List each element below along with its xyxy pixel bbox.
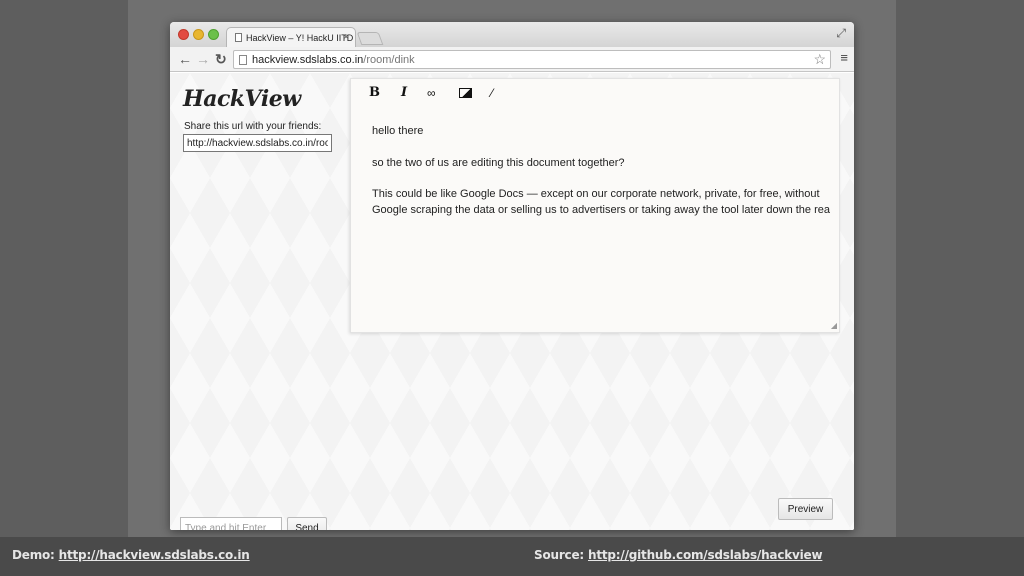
- forward-icon[interactable]: →: [196, 50, 210, 68]
- new-tab-button[interactable]: [356, 32, 384, 45]
- editor-line: so the two of us are editing this docume…: [372, 157, 625, 169]
- tab-title: HackView – Y! HackU IITD: [246, 33, 354, 43]
- demo-link[interactable]: http://hackview.sdslabs.co.in: [59, 548, 250, 562]
- italic-button[interactable]: I: [401, 86, 407, 100]
- link-icon[interactable]: ∞: [427, 86, 436, 100]
- bookmark-star-icon[interactable]: ☆: [813, 51, 826, 68]
- minimize-window-button[interactable]: [193, 29, 204, 40]
- resize-handle-icon[interactable]: ◢: [831, 321, 837, 330]
- fullscreen-icon[interactable]: ⤢: [836, 26, 846, 41]
- preview-button[interactable]: Preview: [778, 498, 833, 520]
- reload-icon[interactable]: ↻: [215, 50, 227, 68]
- source-caption: Source: http://github.com/sdslabs/hackvi…: [534, 548, 823, 562]
- share-label: Share this url with your friends:: [184, 121, 322, 132]
- zoom-window-button[interactable]: [208, 29, 219, 40]
- page-icon: [235, 33, 242, 42]
- chat-input[interactable]: [180, 517, 282, 530]
- demo-label: Demo:: [12, 548, 55, 562]
- editor-line: hello there: [372, 125, 424, 137]
- url-path: /room/dink: [363, 54, 415, 66]
- title-bar: HackView – Y! HackU IITD × ⤢: [170, 22, 854, 48]
- source-label: Source:: [534, 548, 584, 562]
- back-icon[interactable]: ←: [178, 50, 192, 68]
- image-icon[interactable]: [459, 88, 472, 98]
- send-button[interactable]: Send: [287, 517, 327, 530]
- app-logo: HackView: [183, 86, 301, 112]
- source-link[interactable]: http://github.com/sdslabs/hackview: [588, 548, 823, 562]
- browser-window: HackView – Y! HackU IITD × ⤢ ← → ↻ hackv…: [170, 22, 854, 530]
- document-editor[interactable]: B I ∞ ⁄ hello there so the two of us are…: [350, 78, 840, 333]
- clear-format-icon[interactable]: ⁄: [491, 86, 493, 100]
- tab-close-icon[interactable]: ×: [343, 32, 349, 43]
- close-window-button[interactable]: [178, 29, 189, 40]
- demo-caption: Demo: http://hackview.sdslabs.co.in: [12, 548, 250, 562]
- editor-line: This could be like Google Docs — except …: [372, 188, 830, 216]
- browser-tab[interactable]: HackView – Y! HackU IITD ×: [226, 27, 356, 48]
- menu-icon[interactable]: ≡: [840, 50, 848, 65]
- browser-toolbar: ← → ↻ hackview.sdslabs.co.in/room/dink ☆…: [170, 47, 854, 72]
- page-icon: [239, 55, 247, 65]
- url-host: hackview.sdslabs.co.in: [252, 54, 364, 66]
- share-url-field[interactable]: [183, 134, 332, 152]
- bold-button[interactable]: B: [369, 86, 380, 100]
- address-bar[interactable]: hackview.sdslabs.co.in/room/dink ☆: [233, 50, 831, 69]
- page-content: HackView Share this url with your friend…: [170, 73, 854, 530]
